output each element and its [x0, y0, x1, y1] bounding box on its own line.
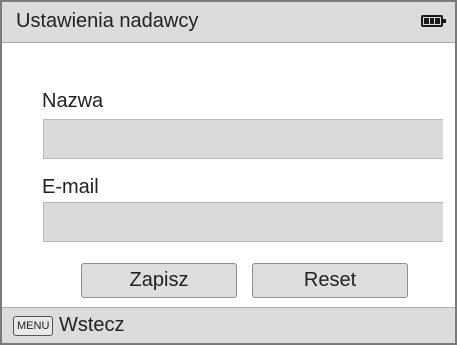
battery-full-icon — [421, 15, 446, 27]
battery-cell — [435, 18, 441, 24]
save-button[interactable]: Zapisz — [81, 263, 237, 298]
sender-settings-screen: Ustawienia nadawcy Nazwa E-mail Zapisz R… — [0, 0, 457, 345]
name-field[interactable] — [43, 119, 443, 159]
bottom-bar: MENU Wstecz — [2, 307, 455, 343]
page-title: Ustawienia nadawcy — [16, 10, 199, 32]
email-label: E-mail — [42, 176, 99, 198]
menu-key-icon[interactable]: MENU — [13, 316, 54, 336]
reset-button[interactable]: Reset — [252, 263, 408, 298]
email-field[interactable] — [43, 202, 443, 242]
title-bar: Ustawienia nadawcy — [2, 2, 455, 43]
back-label[interactable]: Wstecz — [59, 314, 125, 337]
name-label: Nazwa — [42, 90, 104, 112]
battery-cell — [429, 18, 435, 24]
battery-cell — [424, 18, 429, 24]
